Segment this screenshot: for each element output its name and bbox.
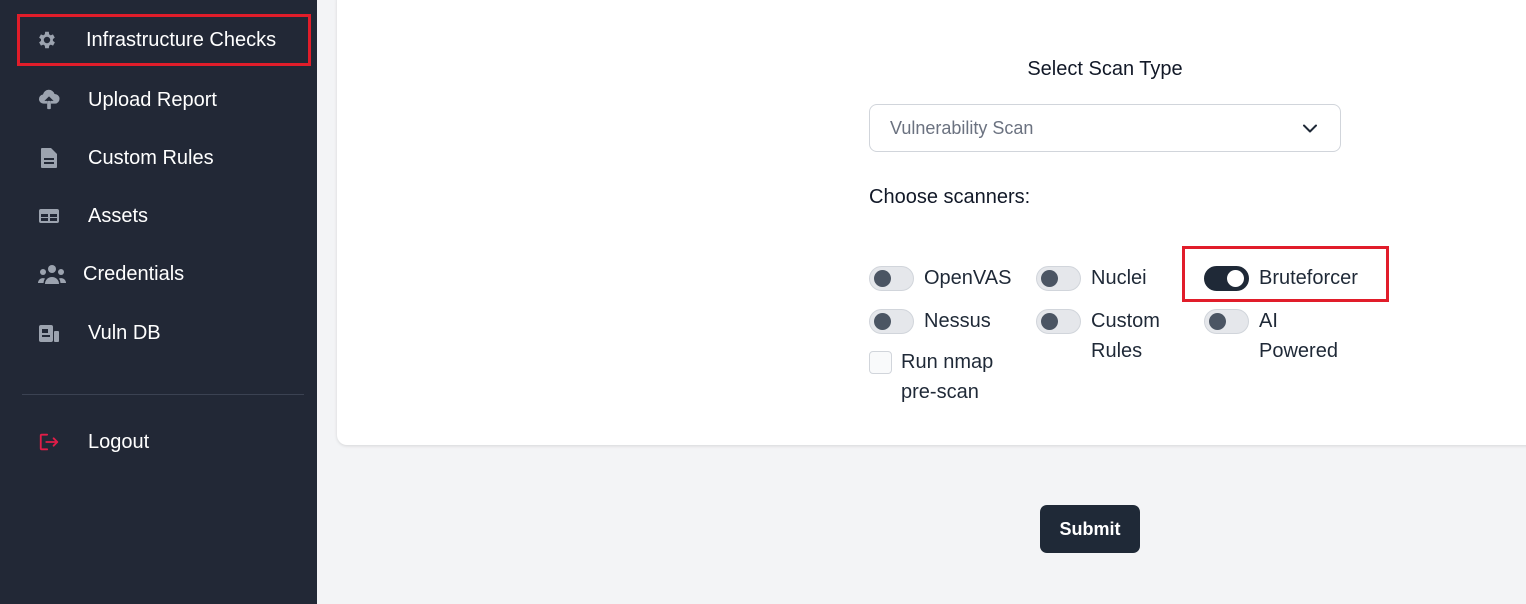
document-icon bbox=[38, 147, 60, 169]
nmap-prescan-label: Run nmap pre-scan bbox=[901, 351, 994, 403]
sidebar: Infrastructure Checks Upload Report Cust… bbox=[0, 0, 317, 604]
chevron-down-icon bbox=[1302, 118, 1318, 139]
scan-type-title: Select Scan Type bbox=[1027, 58, 1183, 80]
choose-scanners-label: Choose scanners: bbox=[869, 186, 1031, 208]
nmap-prescan-checkbox[interactable] bbox=[869, 351, 892, 374]
toggle-knob bbox=[1041, 313, 1058, 330]
toggle-knob bbox=[874, 270, 891, 287]
scanner-option-nessus: Nessus bbox=[869, 309, 991, 336]
sidebar-item-label: Vuln DB bbox=[88, 321, 161, 344]
gear-icon bbox=[36, 29, 58, 51]
logout-icon bbox=[38, 431, 60, 453]
scan-type-select[interactable]: Vulnerability Scan bbox=[869, 104, 1341, 152]
nuclei-toggle[interactable] bbox=[1036, 266, 1081, 291]
scanner-option-nuclei: Nuclei bbox=[1036, 266, 1147, 293]
toggle-knob bbox=[1041, 270, 1058, 287]
sidebar-item-custom-rules[interactable]: Custom Rules bbox=[22, 135, 306, 181]
scanner-label: Custom Rules bbox=[1091, 310, 1160, 362]
nessus-toggle[interactable] bbox=[869, 309, 914, 334]
scanner-option-openvas: OpenVAS bbox=[869, 266, 1011, 293]
toggle-knob bbox=[874, 313, 891, 330]
sidebar-item-logout[interactable]: Logout bbox=[22, 419, 306, 465]
sidebar-item-label: Infrastructure Checks bbox=[86, 28, 277, 51]
sidebar-item-label: Assets bbox=[88, 204, 149, 227]
submit-button[interactable]: Submit bbox=[1040, 505, 1140, 553]
nmap-prescan-option: Run nmap pre-scan bbox=[869, 351, 1011, 407]
scanner-label: AI Powered bbox=[1259, 310, 1338, 362]
scanner-label: Nuclei bbox=[1091, 267, 1147, 289]
users-icon bbox=[38, 263, 66, 285]
custom-rules-toggle[interactable] bbox=[1036, 309, 1081, 334]
sidebar-divider bbox=[22, 394, 304, 395]
openvas-toggle[interactable] bbox=[869, 266, 914, 291]
sidebar-item-vuln-db[interactable]: Vuln DB bbox=[22, 310, 306, 356]
sidebar-item-upload-report[interactable]: Upload Report bbox=[22, 77, 306, 123]
scanner-label: OpenVAS bbox=[924, 267, 1012, 289]
scanner-label: Nessus bbox=[924, 310, 991, 332]
sidebar-item-label: Upload Report bbox=[88, 88, 217, 111]
sidebar-item-assets[interactable]: Assets bbox=[22, 193, 306, 239]
table-icon bbox=[38, 205, 60, 227]
bruteforcer-highlight bbox=[1182, 246, 1389, 302]
sidebar-item-credentials[interactable]: Credentials bbox=[22, 251, 306, 297]
database-icon bbox=[38, 322, 60, 344]
sidebar-item-infrastructure-checks[interactable]: Infrastructure Checks bbox=[17, 14, 311, 66]
scanner-option-ai-powered: AI Powered bbox=[1204, 309, 1359, 366]
sidebar-item-label: Credentials bbox=[83, 262, 185, 285]
sidebar-item-label: Logout bbox=[88, 430, 150, 453]
sidebar-item-label: Custom Rules bbox=[88, 146, 214, 169]
scan-type-value: Vulnerability Scan bbox=[890, 117, 1034, 138]
toggle-knob bbox=[1209, 313, 1226, 330]
ai-powered-toggle[interactable] bbox=[1204, 309, 1249, 334]
cloud-upload-icon bbox=[38, 89, 60, 111]
scanner-option-custom-rules: Custom Rules bbox=[1036, 309, 1201, 366]
